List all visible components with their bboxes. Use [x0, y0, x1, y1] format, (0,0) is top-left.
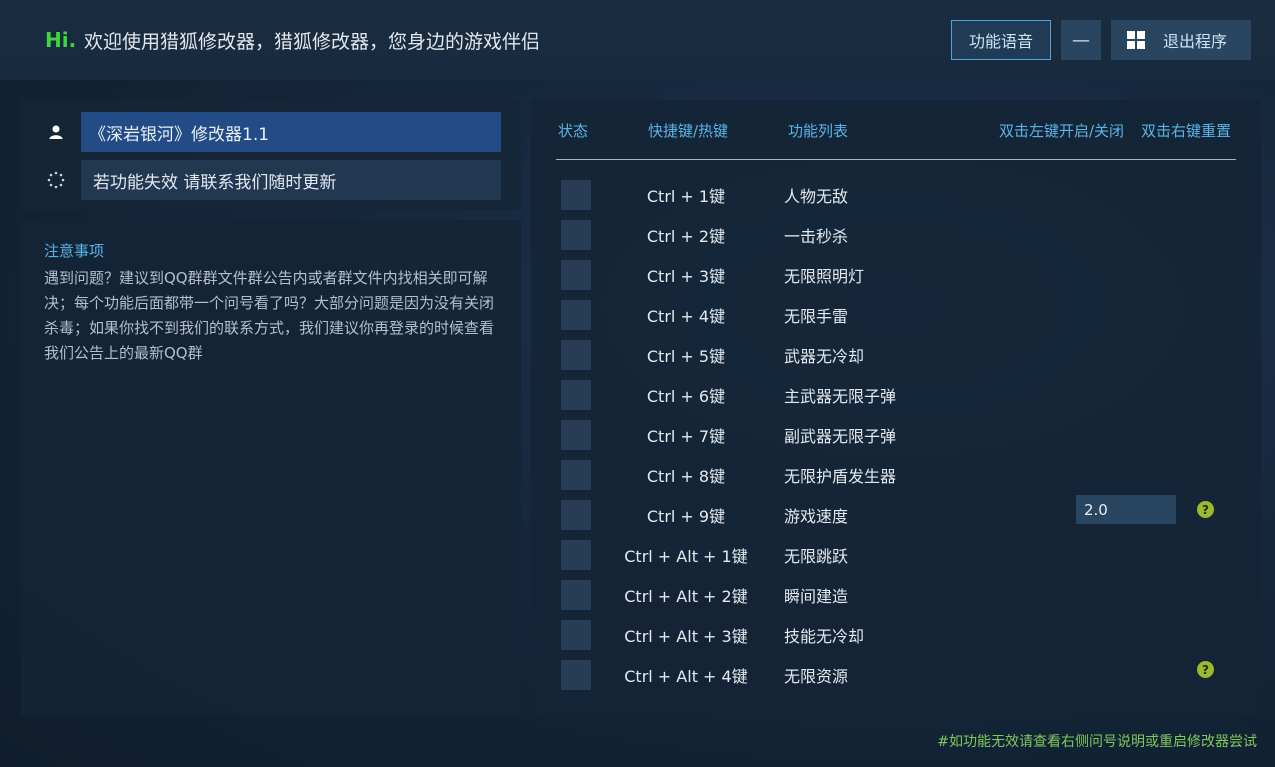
game-title: 《深岩银河》修改器1.1	[81, 112, 501, 152]
status-checkbox[interactable]	[561, 420, 591, 450]
function-name: 副武器无限子弹	[784, 427, 897, 446]
user-icon	[31, 112, 81, 152]
function-row[interactable]: Ctrl + 8键 无限护盾发生器	[531, 455, 1261, 495]
status-checkbox[interactable]	[561, 380, 591, 410]
function-list: Ctrl + 1键 人物无敌 Ctrl + 2键 一击秒杀 Ctrl + 3键 …	[531, 175, 1261, 695]
function-name: 游戏速度	[784, 507, 849, 526]
minimize-button[interactable]: —	[1061, 20, 1101, 60]
function-row[interactable]: Ctrl + 7键 副武器无限子弹	[531, 415, 1261, 455]
function-row[interactable]: Ctrl + Alt + 3键 技能无冷却	[531, 615, 1261, 655]
status-checkbox[interactable]	[561, 460, 591, 490]
table-header: 状态 快捷键/热键 功能列表 双击左键开启/关闭 双击右键重置	[531, 100, 1261, 160]
status-checkbox[interactable]	[561, 260, 591, 290]
hotkey-label: Ctrl + Alt + 1键	[624, 547, 748, 566]
hi-greeting: Hi.	[45, 28, 77, 52]
hotkey-label: Ctrl + 1键	[646, 187, 726, 206]
status-checkbox[interactable]	[561, 580, 591, 610]
function-name: 无限手雷	[784, 307, 849, 326]
hotkey-label: Ctrl + 7键	[646, 427, 726, 446]
function-row[interactable]: Ctrl + 2键 一击秒杀	[531, 215, 1261, 255]
hotkey-label: Ctrl + 6键	[646, 387, 726, 406]
function-name: 无限护盾发生器	[784, 467, 897, 486]
help-icon[interactable]: ?	[1197, 661, 1214, 678]
header-right-click: 双击右键重置	[1141, 122, 1232, 140]
header-function: 功能列表	[788, 122, 849, 140]
function-name: 人物无敌	[784, 187, 849, 206]
function-name: 无限跳跃	[784, 547, 849, 566]
function-name: 武器无冷却	[784, 347, 865, 366]
function-row[interactable]: Ctrl + 1键 人物无敌	[531, 175, 1261, 215]
hotkey-label: Ctrl + 2键	[646, 227, 726, 246]
function-row[interactable]: Ctrl + Alt + 2键 瞬间建造	[531, 575, 1261, 615]
function-row[interactable]: Ctrl + 4键 无限手雷	[531, 295, 1261, 335]
status-checkbox[interactable]	[561, 500, 591, 530]
hotkey-label: Ctrl + 3键	[646, 267, 726, 286]
function-panel: 状态 快捷键/热键 功能列表 双击左键开启/关闭 双击右键重置 Ctrl + 1…	[531, 100, 1261, 715]
help-icon[interactable]: ?	[1197, 501, 1214, 518]
header-status: 状态	[558, 122, 589, 140]
notice-title: 注意事项	[44, 242, 105, 260]
function-row[interactable]: Ctrl + 6键 主武器无限子弹	[531, 375, 1261, 415]
function-name: 技能无冷却	[784, 627, 865, 646]
hotkey-label: Ctrl + Alt + 4键	[624, 667, 748, 686]
status-checkbox[interactable]	[561, 620, 591, 650]
header-hotkey: 快捷键/热键	[648, 122, 729, 140]
notice-panel: 注意事项 遇到问题？建议到QQ群群文件群公告内或者群文件内找相关即可解决；每个功…	[21, 220, 521, 715]
loading-icon	[31, 160, 81, 200]
update-notice: 若功能失效 请联系我们随时更新	[81, 160, 501, 200]
status-checkbox[interactable]	[561, 220, 591, 250]
function-name: 一击秒杀	[784, 227, 849, 246]
hotkey-label: Ctrl + 5键	[646, 347, 726, 366]
title-bar: Hi. 欢迎使用猎狐修改器，猎狐修改器，您身边的游戏伴侣 功能语音 — 退出程序	[0, 0, 1275, 80]
game-panel: 《深岩银河》修改器1.1 若功能失效 请联系我们随时更新	[21, 100, 521, 210]
speed-value-input[interactable]: 2.0	[1076, 495, 1176, 524]
function-name: 无限资源	[784, 667, 849, 686]
exit-button[interactable]: 退出程序	[1111, 20, 1251, 60]
hotkey-label: Ctrl + Alt + 3键	[624, 627, 748, 646]
status-checkbox[interactable]	[561, 660, 591, 690]
header-left-click: 双击左键开启/关闭	[999, 122, 1125, 140]
status-checkbox[interactable]	[561, 340, 591, 370]
function-row[interactable]: Ctrl + 9键 游戏速度 2.0 ?	[531, 495, 1261, 535]
function-row[interactable]: Ctrl + Alt + 1键 无限跳跃	[531, 535, 1261, 575]
hotkey-label: Ctrl + 8键	[646, 467, 726, 486]
function-name: 瞬间建造	[784, 587, 849, 606]
footer-hint: #如功能无效请查看右侧问号说明或重启修改器尝试	[937, 734, 1257, 750]
function-row[interactable]: Ctrl + Alt + 4键 无限资源 ?	[531, 655, 1261, 695]
function-name: 主武器无限子弹	[784, 387, 897, 406]
windows-icon	[1127, 31, 1145, 49]
status-checkbox[interactable]	[561, 300, 591, 330]
game-title-row[interactable]: 《深岩银河》修改器1.1	[31, 112, 501, 152]
function-row[interactable]: Ctrl + 5键 武器无冷却	[531, 335, 1261, 375]
update-notice-row[interactable]: 若功能失效 请联系我们随时更新	[31, 160, 501, 200]
voice-button[interactable]: 功能语音	[951, 20, 1051, 60]
status-checkbox[interactable]	[561, 180, 591, 210]
exit-button-label: 退出程序	[1163, 32, 1228, 51]
hotkey-label: Ctrl + 9键	[646, 507, 726, 526]
header-divider	[556, 159, 1236, 160]
notice-body: 遇到问题？建议到QQ群群文件群公告内或者群文件内找相关即可解决；每个功能后面都带…	[44, 269, 495, 362]
hotkey-label: Ctrl + Alt + 2键	[624, 587, 748, 606]
function-name: 无限照明灯	[784, 267, 865, 286]
function-row[interactable]: Ctrl + 3键 无限照明灯	[531, 255, 1261, 295]
status-checkbox[interactable]	[561, 540, 591, 570]
hotkey-label: Ctrl + 4键	[646, 307, 726, 326]
welcome-text: 欢迎使用猎狐修改器，猎狐修改器，您身边的游戏伴侣	[84, 31, 541, 53]
